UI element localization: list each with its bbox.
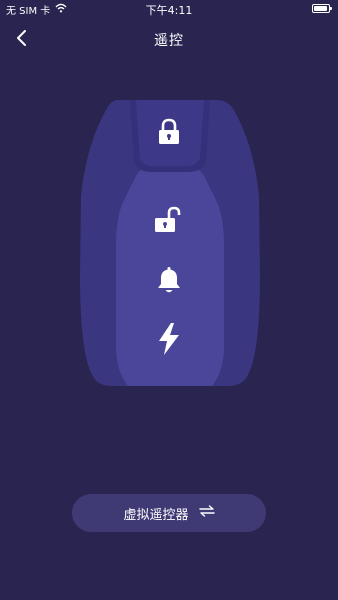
bell-icon xyxy=(158,267,180,293)
virtual-remote-label: 虚拟遥控器 xyxy=(123,507,189,523)
unlock-button[interactable] xyxy=(148,200,188,240)
alarm-button[interactable] xyxy=(149,260,189,300)
nav-bar: 遥控 xyxy=(0,22,338,56)
status-time: 下午4:11 xyxy=(145,4,193,17)
page-title: 遥控 xyxy=(154,33,184,49)
battery-icon xyxy=(312,4,332,13)
virtual-remote-button[interactable]: 虚拟遥控器 xyxy=(72,494,266,532)
switch-arrows-icon xyxy=(198,505,215,521)
start-button[interactable] xyxy=(149,319,189,359)
status-bar: 无 SIM 卡 下午4:11 xyxy=(0,0,338,18)
lock-icon xyxy=(159,118,179,144)
lightning-icon xyxy=(159,323,179,355)
lock-button[interactable] xyxy=(149,112,189,152)
unlock-icon xyxy=(155,206,181,232)
battery-level xyxy=(314,6,327,11)
remote-fob xyxy=(78,96,261,388)
